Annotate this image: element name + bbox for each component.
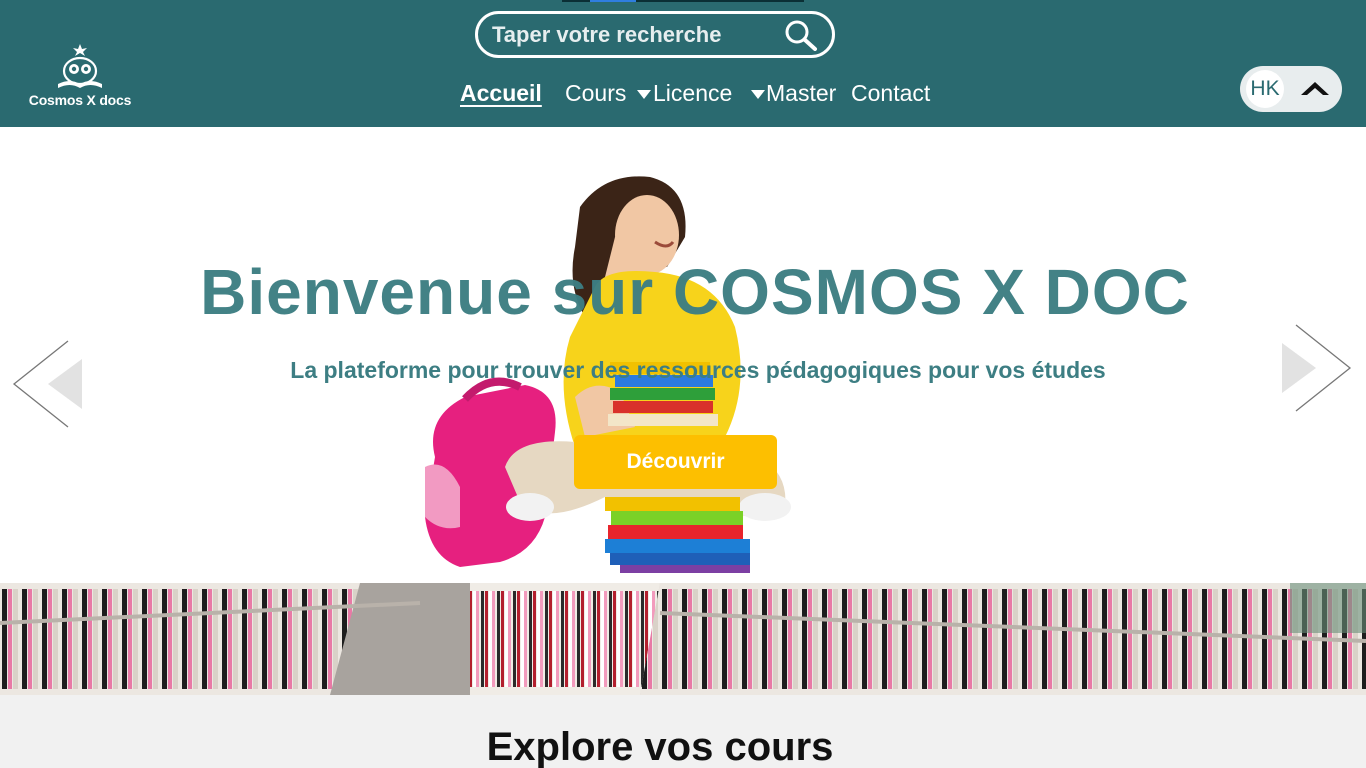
nav-license[interactable]: Licence (653, 80, 732, 107)
nav-courses[interactable]: Cours (565, 80, 626, 107)
nav-master[interactable]: Master (766, 80, 836, 107)
hero-carousel: Bienvenue sur COSMOS X DOC La plateforme… (0, 127, 1366, 583)
nav-home[interactable]: Accueil (460, 80, 542, 107)
explore-section: Explore vos cours (0, 695, 1366, 768)
avatar[interactable]: HK (1246, 70, 1284, 108)
search-box[interactable] (475, 11, 835, 58)
search-input[interactable] (492, 22, 772, 48)
chevron-up-icon[interactable] (1300, 80, 1330, 96)
caret-down-icon[interactable] (637, 90, 651, 99)
bookshelf-photo (0, 583, 1366, 695)
user-menu[interactable]: HK (1240, 66, 1342, 112)
chevron-right-icon[interactable] (1280, 323, 1354, 413)
chevron-left-icon[interactable] (12, 339, 84, 429)
caret-down-icon[interactable] (751, 90, 765, 99)
top-strip-accent (590, 0, 636, 2)
main-nav: Accueil Cours Licence Master Contact (0, 80, 1366, 112)
hero-subtitle: La plateforme pour trouver des ressource… (290, 357, 1106, 383)
search-icon[interactable] (784, 19, 818, 51)
top-strip (562, 0, 804, 2)
discover-button[interactable]: Découvrir (574, 435, 777, 489)
hero-title: Bienvenue sur COSMOS X DOC (200, 256, 1190, 328)
explore-title: Explore vos cours (486, 725, 834, 768)
site-header: Cosmos X docs Accueil Cours Licence Mast… (0, 0, 1366, 127)
nav-contact[interactable]: Contact (851, 80, 930, 107)
library-banner-image (0, 583, 1366, 695)
